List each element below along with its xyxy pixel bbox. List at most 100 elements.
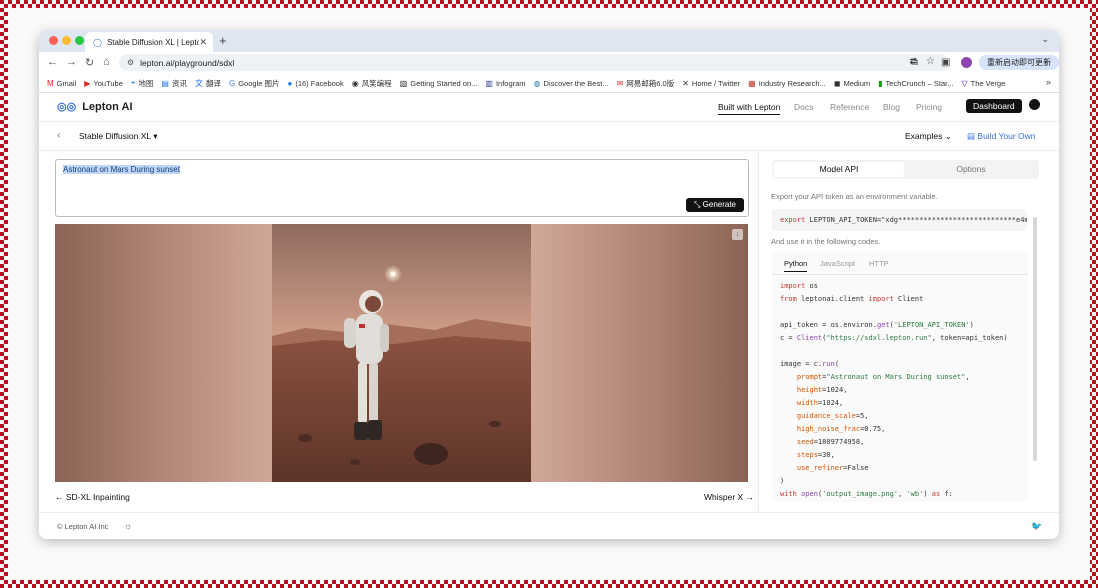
address-bar[interactable]: ⚙ lepton.ai/playground/sdxl ⇄ ☆ [119,54,949,71]
zoom-window-button[interactable] [75,36,84,45]
chevron-down-icon[interactable]: ⌄ [1041,34,1049,45]
bookmark-translate[interactable]: 文翻译 [195,78,221,89]
bookmark-industry[interactable]: ▦ Industry Research... [748,79,826,88]
home-icon[interactable]: ⌂ [103,56,110,68]
more-bookmarks-icon[interactable]: » [1046,77,1051,87]
nav-reference[interactable]: Reference [830,102,869,112]
usage-instructions: And use it in the following codes. [771,237,881,246]
bookmark-getting-started[interactable]: ▧ Getting Started on... [400,79,478,88]
build-label: Build Your Own [977,131,1036,141]
code-line: f.write(image) [780,501,1008,502]
verge-icon: ▽ [961,78,968,88]
browser-tab[interactable]: ◯ Stable Diffusion XL | Lepton AI ✕ [85,32,213,52]
build-your-own-link[interactable]: ▤ Build Your Own [967,131,1036,142]
export-instructions: Export your API token as an environment … [771,192,938,201]
bookmark-discover[interactable]: ◍ Discover the Best... [534,79,609,88]
token-snippet[interactable]: export LEPTON_API_TOKEN="xdg************… [772,209,1027,231]
generate-label: Generate [702,200,736,209]
theme-toggle-icon[interactable]: ☼ [124,521,132,531]
prompt-text: Astronaut on Mars During sunset [63,165,180,174]
code-line: from leptonai.client import Client [780,295,924,303]
forward-arrow-icon[interactable]: → [66,56,77,68]
build-icon: ▤ [967,131,976,141]
code-line: high_noise_frac=0.75, [796,425,886,433]
nav-blog[interactable]: Blog [883,102,900,112]
model-name: Stable Diffusion XL [79,131,151,141]
bookmark-netease[interactable]: ✉ 网易邮箱6.0版 [617,78,675,89]
bookmark-news[interactable]: ▤ 资讯 [161,78,187,89]
sidebar-icon[interactable]: ▣ [941,57,950,68]
bookmark-infogram[interactable]: ▥ Infogram [485,79,525,88]
tab-javascript[interactable]: JavaScript [820,259,855,268]
github-icon[interactable] [1029,99,1040,110]
back-arrow-icon[interactable]: ← [47,56,58,68]
star-icon[interactable]: ☆ [926,56,935,67]
bookmark-label: 地图 [138,78,154,88]
gmail-icon: M [47,78,54,88]
bookmark-verge[interactable]: ▽ The Verge [962,79,1006,88]
download-icon[interactable]: ↓ [732,229,743,240]
profile-avatar[interactable] [961,57,972,68]
python-code[interactable]: import os from leptonai.client import Cli… [780,280,1008,502]
export-keyword: export [780,216,806,224]
panel-divider [758,151,759,512]
close-tab-icon[interactable]: ✕ [199,37,207,48]
tab-python[interactable]: Python [784,259,808,272]
prompt-input[interactable]: Astronaut on Mars During sunset ⤡ Genera… [55,159,749,217]
code-scrollbar[interactable] [1033,217,1037,461]
bookmark-facebook[interactable]: ● (16) Facebook [288,79,344,88]
brand-name: Lepton AI [82,100,133,113]
nav-docs[interactable]: Docs [794,102,813,112]
url-text: lepton.ai/playground/sdxl [140,57,235,68]
minimize-window-button[interactable] [62,36,71,45]
bookmark-techcrunch[interactable]: ▮ TechCrunch – Star... [878,79,953,88]
code-line: steps=30, [796,451,835,459]
bookmark-coding[interactable]: ◉ 风笑编程 [352,78,392,89]
prev-model-link[interactable]: ← SD-XL Inpainting [55,492,130,502]
bookmark-medium[interactable]: ◼ Medium [834,79,870,88]
reload-icon[interactable]: ↻ [85,56,94,69]
bookmark-label: Medium [843,78,871,88]
generated-image: ↓ [55,224,748,482]
extensions-icon[interactable]: ⧉ [911,57,918,68]
bookmark-label: Gmail [56,78,77,88]
bookmark-twitter[interactable]: ✕ Home / Twitter [682,79,740,88]
facebook-icon: ● [287,78,293,88]
bookmark-label: The Verge [970,78,1006,88]
examples-dropdown[interactable]: Examples ⌄ [905,131,952,142]
bookmark-maps[interactable]: ⌖ 地图 [131,78,154,89]
document-icon: ▧ [399,78,408,88]
bookmark-label: (16) Facebook [295,78,344,88]
close-window-button[interactable] [49,36,58,45]
next-model-link[interactable]: Whisper X → [704,492,754,502]
bookmark-youtube[interactable]: ▶ YouTube [84,79,123,88]
x-logo-icon: ✕ [682,78,689,88]
menu-kebab-icon[interactable]: ⋮ [1041,57,1051,68]
map-pin-icon: ⌖ [130,78,136,87]
model-selector[interactable]: Stable Diffusion XL ▾ [79,131,157,142]
wand-icon: ⤡ [694,200,701,209]
bookmark-label: Google 图片 [238,78,280,88]
site-header: ◎◎ Lepton AI Built with Lepton Docs Refe… [39,93,1059,122]
twitter-icon[interactable]: 🐦 [1031,521,1042,532]
bookmark-google-images[interactable]: G Google 图片 [229,78,280,89]
chevron-left-icon[interactable]: ‹ [57,130,60,141]
lepton-logo-icon: ◎◎ [57,101,77,113]
dashboard-button[interactable]: Dashboard [966,99,1022,113]
code-line: width=1024, [796,399,844,407]
tab-options[interactable]: Options [906,162,1036,177]
new-tab-icon[interactable]: + [219,33,227,48]
chevron-down-icon: ⌄ [944,131,952,141]
nav-pricing[interactable]: Pricing [916,102,942,112]
nav-built-with-lepton[interactable]: Built with Lepton [718,102,781,115]
coding-icon: ◉ [351,78,359,88]
tab-model-api[interactable]: Model API [774,162,904,177]
brand-logo[interactable]: ◎◎ Lepton AI [57,100,133,114]
site-info-icon[interactable]: ⚙ [127,58,134,67]
tab-http[interactable]: HTTP [869,259,889,268]
generate-button[interactable]: ⤡ Generate [686,198,744,212]
bookmark-label: TechCrunch – Star... [885,78,954,88]
bookmark-label: 风笑编程 [361,78,392,88]
bookmark-gmail[interactable]: M Gmail [47,79,76,88]
